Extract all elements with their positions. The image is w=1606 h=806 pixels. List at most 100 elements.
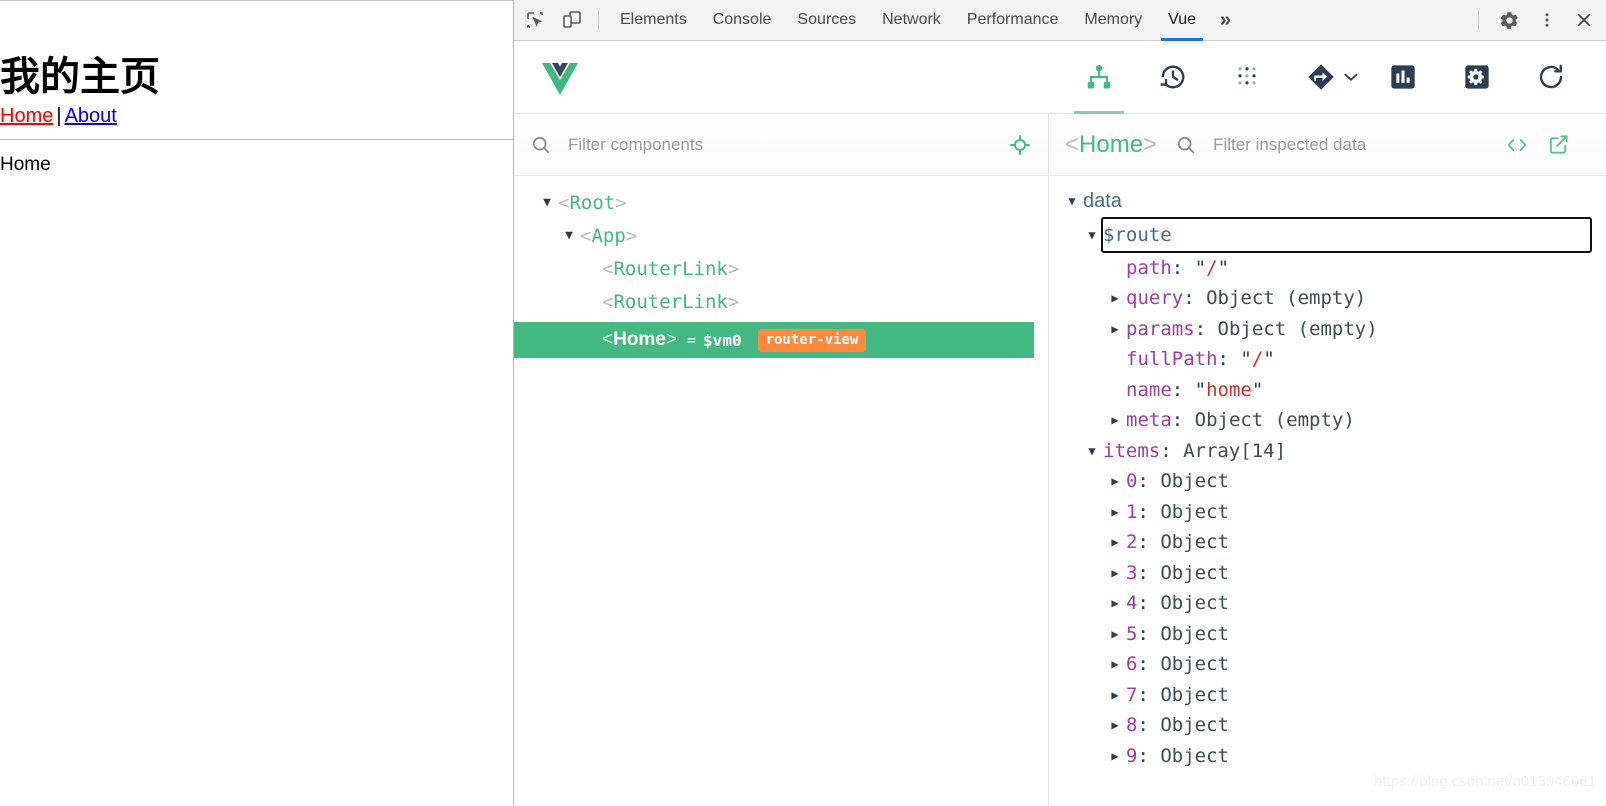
- expand-arrow-icon[interactable]: ▼: [1081, 228, 1103, 242]
- data-row-item[interactable]: ▶ 6: Object: [1049, 649, 1606, 680]
- nav-separator: |: [56, 105, 62, 127]
- tab-vue[interactable]: Vue: [1155, 0, 1209, 41]
- collapse-arrow-icon[interactable]: ▶: [1104, 657, 1126, 671]
- data-row-item[interactable]: ▶ 2: Object: [1049, 527, 1606, 558]
- settings-gear-icon[interactable]: [1493, 4, 1526, 37]
- tab-sources[interactable]: Sources: [784, 0, 869, 41]
- data-row-items[interactable]: ▼ items: Array[14]: [1049, 436, 1606, 467]
- collapse-arrow-icon[interactable]: ▶: [1104, 291, 1126, 305]
- data-row-item[interactable]: ▶ 5: Object: [1049, 619, 1606, 650]
- data-row-route[interactable]: ▼ $route: [1049, 216, 1606, 253]
- data-colon: :: [1137, 561, 1161, 584]
- tree-node-label: <RouterLink>: [602, 257, 740, 280]
- external-link-icon[interactable]: [1547, 133, 1570, 156]
- data-key: name: [1126, 378, 1172, 401]
- data-row-item[interactable]: ▶ 1: Object: [1049, 497, 1606, 528]
- page-title: 我的主页: [0, 53, 160, 100]
- collapse-arrow-icon[interactable]: ▶: [1104, 535, 1126, 549]
- data-value: Object: [1160, 561, 1229, 584]
- tab-console[interactable]: Console: [700, 0, 785, 41]
- data-colon: :: [1137, 470, 1161, 493]
- right-tools-separator: [1478, 10, 1479, 30]
- collapse-arrow-icon[interactable]: ▶: [1104, 413, 1126, 427]
- search-icon: [530, 134, 552, 156]
- expand-arrow-placeholder: ▸: [1104, 261, 1126, 275]
- data-value: "home": [1194, 378, 1264, 401]
- data-section-data[interactable]: ▼ data: [1049, 186, 1606, 217]
- data-colon: :: [1137, 531, 1161, 554]
- more-vertical-icon[interactable]: [1530, 4, 1563, 37]
- collapse-arrow-icon[interactable]: ▶: [1104, 627, 1126, 641]
- inspect-element-icon[interactable]: [518, 4, 551, 37]
- nav-link-about[interactable]: About: [65, 105, 117, 127]
- rendered-webpage: 我的主页 Home | About Home: [0, 0, 513, 806]
- data-key: params: [1126, 317, 1195, 340]
- collapse-arrow-icon[interactable]: ▶: [1104, 566, 1126, 580]
- collapse-arrow-icon[interactable]: ▶: [1104, 749, 1126, 763]
- collapse-arrow-icon[interactable]: ▶: [1104, 718, 1126, 732]
- tree-node-label: <Home>: [602, 329, 678, 350]
- vue-tab-vuex[interactable]: [1210, 41, 1284, 114]
- tab-elements[interactable]: Elements: [607, 0, 700, 41]
- data-row-meta[interactable]: ▶ meta: Object (empty): [1049, 405, 1606, 436]
- tab-performance[interactable]: Performance: [954, 0, 1072, 41]
- data-key: fullPath: [1126, 348, 1218, 371]
- data-key: $route: [1103, 223, 1172, 246]
- data-key: 5: [1126, 622, 1138, 645]
- data-row-item[interactable]: ▶ 3: Object: [1049, 558, 1606, 589]
- expand-arrow-icon[interactable]: ▼: [1081, 444, 1103, 458]
- data-key: meta: [1126, 409, 1172, 432]
- filter-components-input[interactable]: [566, 133, 998, 156]
- vue-tab-refresh[interactable]: [1514, 41, 1588, 114]
- more-tabs-icon[interactable]: »: [1209, 0, 1242, 41]
- tree-node-root[interactable]: ▼ <Root>: [514, 186, 1048, 219]
- data-colon: :: [1137, 744, 1161, 767]
- data-colon: :: [1137, 500, 1161, 523]
- collapse-arrow-icon[interactable]: ▶: [1104, 596, 1126, 610]
- devtools-panel: Elements Console Sources Network Perform…: [513, 0, 1606, 806]
- expand-arrow-icon[interactable]: ▼: [558, 228, 580, 243]
- vue-tab-routing[interactable]: [1284, 41, 1358, 114]
- tree-node-app[interactable]: ▼ <App>: [514, 219, 1048, 252]
- vue-tab-performance[interactable]: [1366, 41, 1440, 114]
- data-row-item[interactable]: ▶ 7: Object: [1049, 680, 1606, 711]
- collapse-arrow-icon[interactable]: ▶: [1104, 474, 1126, 488]
- data-value: Object: [1160, 622, 1229, 645]
- data-colon: :: [1171, 409, 1195, 432]
- target-crosshair-icon[interactable]: [1008, 133, 1032, 157]
- nav-link-home[interactable]: Home: [0, 105, 53, 127]
- collapse-arrow-icon[interactable]: ▶: [1104, 505, 1126, 519]
- data-row-item[interactable]: ▶ 0: Object: [1049, 466, 1606, 497]
- vue-tab-timeline[interactable]: [1136, 41, 1210, 114]
- tree-node-routerlink[interactable]: ▸ <RouterLink>: [514, 285, 1048, 318]
- data-row-params[interactable]: ▶ params: Object (empty): [1049, 314, 1606, 345]
- collapse-arrow-icon[interactable]: ▶: [1104, 688, 1126, 702]
- open-in-editor-icon[interactable]: [1505, 135, 1529, 155]
- data-key: 6: [1126, 653, 1138, 676]
- page-content-text: Home: [0, 154, 51, 175]
- tree-node-routerlink[interactable]: ▸ <RouterLink>: [514, 252, 1048, 285]
- vue-tab-routing-group: [1284, 41, 1366, 114]
- data-row-item[interactable]: ▶ 8: Object: [1049, 710, 1606, 741]
- data-row-item[interactable]: ▶ 4: Object: [1049, 588, 1606, 619]
- close-icon[interactable]: [1567, 4, 1600, 37]
- data-row-name[interactable]: ▸ name: "home": [1049, 375, 1606, 406]
- filter-inspected-data-input[interactable]: [1211, 133, 1487, 156]
- tree-node-home-selected[interactable]: ▸ <Home> = $vm0 router-view: [514, 322, 1034, 358]
- device-toolbar-icon[interactable]: [555, 4, 588, 37]
- data-row-query[interactable]: ▶ query: Object (empty): [1049, 283, 1606, 314]
- data-key: 7: [1126, 683, 1138, 706]
- devtools-tabstrip: Elements Console Sources Network Perform…: [514, 0, 1606, 41]
- tab-memory[interactable]: Memory: [1071, 0, 1155, 41]
- expand-arrow-icon[interactable]: ▼: [536, 195, 558, 210]
- vm-reference-label: $vm0: [703, 330, 742, 350]
- tab-network[interactable]: Network: [869, 0, 954, 41]
- data-value: Object: [1160, 683, 1229, 706]
- data-row-item[interactable]: ▶ 9: Object: [1049, 741, 1606, 772]
- data-row-fullpath[interactable]: ▸ fullPath: "/": [1049, 344, 1606, 375]
- collapse-arrow-icon[interactable]: ▶: [1104, 322, 1126, 336]
- vue-tab-settings[interactable]: [1440, 41, 1514, 114]
- vue-tab-components[interactable]: [1062, 41, 1136, 114]
- data-row-path[interactable]: ▸ path: "/": [1049, 253, 1606, 284]
- expand-arrow-icon[interactable]: ▼: [1061, 194, 1083, 208]
